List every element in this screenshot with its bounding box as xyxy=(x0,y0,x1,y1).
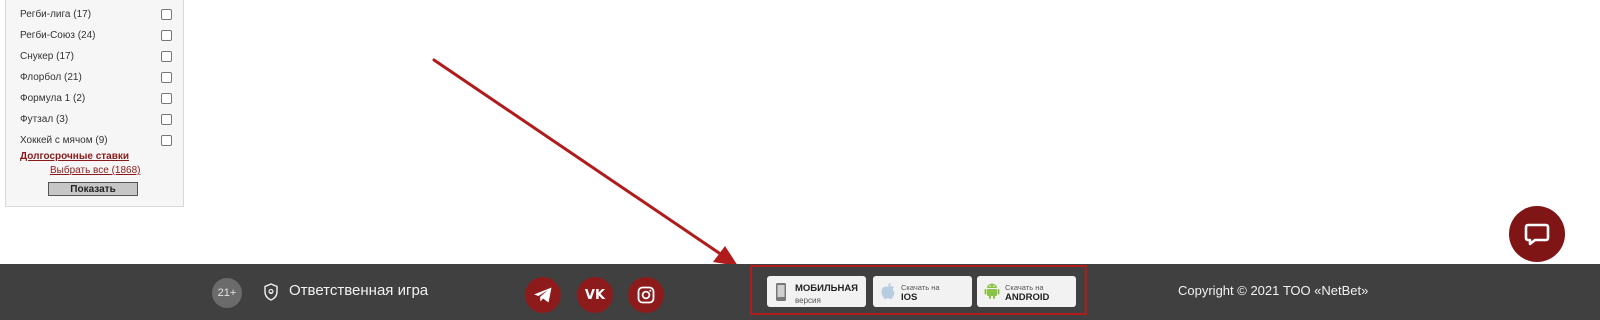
age-restriction-badge: 21+ xyxy=(212,278,242,308)
sport-item-rugby-league[interactable]: Регби-лига (17) xyxy=(20,5,172,23)
apple-icon xyxy=(881,283,895,299)
chat-button[interactable] xyxy=(1509,206,1565,262)
ios-download-caption: Скачать на xyxy=(901,283,940,292)
sport-checkbox[interactable] xyxy=(161,113,172,125)
mobile-version-subtitle: версия xyxy=(795,296,821,305)
android-download-button[interactable]: Скачать на ANDROID xyxy=(977,276,1076,307)
sport-item-futsal[interactable]: Футзал (3) xyxy=(20,110,172,128)
show-button[interactable]: Показать xyxy=(48,182,138,196)
page: Регби-лига (17) Регби-Союз (24) Снукер (… xyxy=(0,0,1600,320)
responsible-gaming-link[interactable]: Ответственная игра xyxy=(289,282,428,299)
app-download-group: МОБИЛЬНАЯ версия Скачать на IOS Скачать … xyxy=(750,265,1087,315)
sport-checkbox[interactable] xyxy=(161,92,172,104)
android-download-caption: Скачать на xyxy=(1005,283,1044,292)
sport-item-label: Регби-Союз (24) xyxy=(20,29,96,41)
sport-item-bandy[interactable]: Хоккей с мячом (9) xyxy=(20,131,172,149)
android-icon xyxy=(984,283,1000,299)
mobile-version-title: МОБИЛЬНАЯ xyxy=(795,283,859,294)
shield-icon xyxy=(264,283,278,301)
sport-checkbox[interactable] xyxy=(161,50,172,62)
sports-filter-panel: Регби-лига (17) Регби-Союз (24) Снукер (… xyxy=(5,0,184,207)
sport-item-rugby-union[interactable]: Регби-Союз (24) xyxy=(20,26,172,44)
instagram-button[interactable] xyxy=(628,277,664,313)
select-all-link[interactable]: Выбрать все (1868) xyxy=(50,165,141,176)
sport-checkbox[interactable] xyxy=(161,71,172,83)
mobile-phone-icon xyxy=(776,283,786,301)
sport-item-snooker[interactable]: Снукер (17) xyxy=(20,47,172,65)
sport-item-label: Флорбол (21) xyxy=(20,71,82,83)
copyright-text: Copyright © 2021 ТОО «NetBet» xyxy=(1178,283,1369,298)
chat-icon xyxy=(1524,223,1550,246)
telegram-button[interactable] xyxy=(525,277,561,313)
instagram-icon xyxy=(637,286,655,304)
sport-item-formula-1[interactable]: Формула 1 (2) xyxy=(20,89,172,107)
ios-download-button[interactable]: Скачать на IOS xyxy=(873,276,972,307)
sport-item-label: Регби-лига (17) xyxy=(20,8,92,20)
sport-item-label: Хоккей с мячом (9) xyxy=(20,134,108,146)
long-term-bets-link[interactable]: Долгосрочные ставки xyxy=(20,151,129,162)
sport-item-label: Формула 1 (2) xyxy=(20,92,86,104)
vk-button[interactable]: VK xyxy=(577,277,613,313)
mobile-version-button[interactable]: МОБИЛЬНАЯ версия xyxy=(767,276,866,307)
footer: 21+ Ответственная игра VK МОБИЛЬНАЯ верс… xyxy=(0,264,1600,320)
ios-download-label: IOS xyxy=(901,292,918,303)
android-download-label: ANDROID xyxy=(1005,292,1050,303)
sport-item-label: Футзал (3) xyxy=(20,113,69,125)
sport-checkbox[interactable] xyxy=(161,134,172,146)
sport-checkbox[interactable] xyxy=(161,8,172,20)
sport-item-label: Снукер (17) xyxy=(20,50,74,62)
sport-checkbox[interactable] xyxy=(161,29,172,41)
telegram-icon xyxy=(534,287,552,303)
sport-item-floorball[interactable]: Флорбол (21) xyxy=(20,68,172,86)
vk-icon: VK xyxy=(584,287,606,303)
